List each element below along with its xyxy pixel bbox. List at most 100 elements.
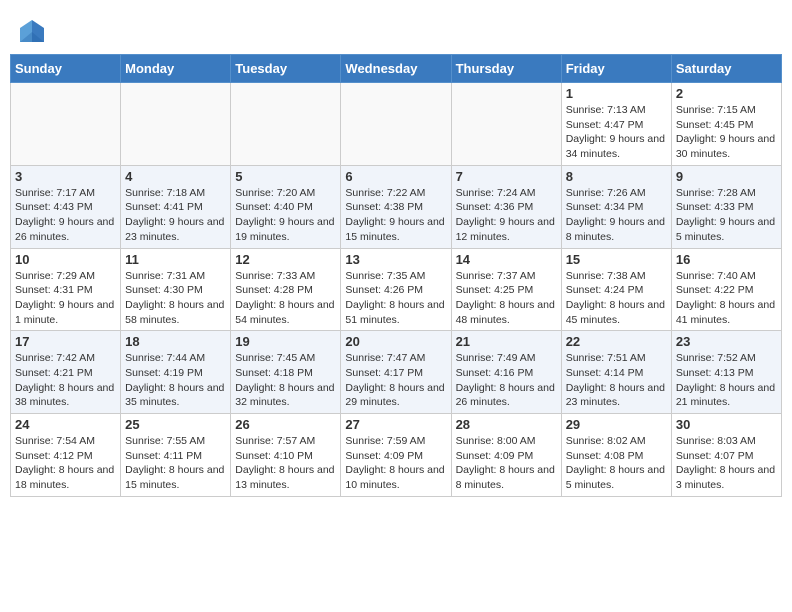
day-info: Sunrise: 7:55 AM Sunset: 4:11 PM Dayligh… xyxy=(125,434,226,493)
calendar-day-cell: 12Sunrise: 7:33 AM Sunset: 4:28 PM Dayli… xyxy=(231,248,341,331)
day-info: Sunrise: 7:44 AM Sunset: 4:19 PM Dayligh… xyxy=(125,351,226,410)
calendar-day-cell: 26 Sunrise: 7:57 AM Sunset: 4:10 PM Dayli… xyxy=(231,414,341,497)
calendar-day-cell xyxy=(121,83,231,166)
day-number: 16 xyxy=(676,252,777,267)
day-info: Sunrise: 7:54 AM Sunset: 4:12 PM Dayligh… xyxy=(15,434,116,493)
calendar-day-cell: 22 Sunrise: 7:51 AM Sunset: 4:14 PM Dayli… xyxy=(561,331,671,414)
day-number: 26 xyxy=(235,417,336,432)
calendar-day-header: Saturday xyxy=(671,55,781,83)
day-number: 30 xyxy=(676,417,777,432)
day-number: 11 xyxy=(125,252,226,267)
day-info: Sunrise: 7:24 AM Sunset: 4:36 PM Dayligh… xyxy=(456,186,557,245)
calendar-day-header: Tuesday xyxy=(231,55,341,83)
day-number: 5 xyxy=(235,169,336,184)
day-number: 17 xyxy=(15,334,116,349)
calendar-day-cell xyxy=(451,83,561,166)
calendar-day-cell: 7 Sunrise: 7:24 AM Sunset: 4:36 PM Daylig… xyxy=(451,165,561,248)
calendar-week-row: 10 Sunrise: 7:29 AM Sunset: 4:31 PM Dayli… xyxy=(11,248,782,331)
calendar-day-cell: 20 Sunrise: 7:47 AM Sunset: 4:17 PM Dayli… xyxy=(341,331,451,414)
day-info: Sunrise: 7:26 AM Sunset: 4:34 PM Dayligh… xyxy=(566,186,667,245)
day-number: 6 xyxy=(345,169,446,184)
day-number: 14 xyxy=(456,252,557,267)
calendar-day-cell xyxy=(341,83,451,166)
day-info: Sunrise: 7:35 AM Sunset: 4:26 PM Dayligh… xyxy=(345,269,446,328)
day-number: 15 xyxy=(566,252,667,267)
day-info: Sunrise: 7:29 AM Sunset: 4:31 PM Dayligh… xyxy=(15,269,116,328)
day-number: 20 xyxy=(345,334,446,349)
day-info: Sunrise: 7:17 AM Sunset: 4:43 PM Dayligh… xyxy=(15,186,116,245)
calendar-day-cell: 14 Sunrise: 7:37 AM Sunset: 4:25 PM Dayli… xyxy=(451,248,561,331)
calendar-day-cell xyxy=(11,83,121,166)
logo xyxy=(18,18,50,46)
day-number: 3 xyxy=(15,169,116,184)
day-info: Sunrise: 7:59 AM Sunset: 4:09 PM Dayligh… xyxy=(345,434,446,493)
day-info: Sunrise: 7:52 AM Sunset: 4:13 PM Dayligh… xyxy=(676,351,777,410)
day-info: Sunrise: 7:38 AM Sunset: 4:24 PM Dayligh… xyxy=(566,269,667,328)
calendar-day-header: Wednesday xyxy=(341,55,451,83)
day-info: Sunrise: 7:22 AM Sunset: 4:38 PM Dayligh… xyxy=(345,186,446,245)
day-info: Sunrise: 7:20 AM Sunset: 4:40 PM Dayligh… xyxy=(235,186,336,245)
day-info: Sunrise: 7:40 AM Sunset: 4:22 PM Dayligh… xyxy=(676,269,777,328)
day-info: Sunrise: 7:51 AM Sunset: 4:14 PM Dayligh… xyxy=(566,351,667,410)
calendar-day-header: Thursday xyxy=(451,55,561,83)
day-number: 9 xyxy=(676,169,777,184)
day-number: 18 xyxy=(125,334,226,349)
calendar-day-cell: 6 Sunrise: 7:22 AM Sunset: 4:38 PM Daylig… xyxy=(341,165,451,248)
calendar-day-cell: 21 Sunrise: 7:49 AM Sunset: 4:16 PM Dayli… xyxy=(451,331,561,414)
day-info: Sunrise: 7:42 AM Sunset: 4:21 PM Dayligh… xyxy=(15,351,116,410)
day-info: Sunrise: 8:02 AM Sunset: 4:08 PM Dayligh… xyxy=(566,434,667,493)
calendar-day-cell: 4Sunrise: 7:18 AM Sunset: 4:41 PM Daylig… xyxy=(121,165,231,248)
calendar-day-cell: 8 Sunrise: 7:26 AM Sunset: 4:34 PM Daylig… xyxy=(561,165,671,248)
calendar-day-cell: 2 Sunrise: 7:15 AM Sunset: 4:45 PM Daylig… xyxy=(671,83,781,166)
day-number: 29 xyxy=(566,417,667,432)
day-number: 13 xyxy=(345,252,446,267)
day-number: 7 xyxy=(456,169,557,184)
calendar-week-row: 17 Sunrise: 7:42 AM Sunset: 4:21 PM Dayli… xyxy=(11,331,782,414)
calendar-day-cell: 30 Sunrise: 8:03 AM Sunset: 4:07 PM Dayli… xyxy=(671,414,781,497)
day-number: 27 xyxy=(345,417,446,432)
day-info: Sunrise: 7:18 AM Sunset: 4:41 PM Dayligh… xyxy=(125,186,226,245)
day-number: 23 xyxy=(676,334,777,349)
calendar-day-cell: 27 Sunrise: 7:59 AM Sunset: 4:09 PM Dayli… xyxy=(341,414,451,497)
day-info: Sunrise: 8:03 AM Sunset: 4:07 PM Dayligh… xyxy=(676,434,777,493)
page-header xyxy=(0,0,792,54)
day-info: Sunrise: 7:45 AM Sunset: 4:18 PM Dayligh… xyxy=(235,351,336,410)
calendar-day-cell: 18 Sunrise: 7:44 AM Sunset: 4:19 PM Dayli… xyxy=(121,331,231,414)
day-number: 10 xyxy=(15,252,116,267)
calendar-day-cell: 19 Sunrise: 7:45 AM Sunset: 4:18 PM Dayli… xyxy=(231,331,341,414)
day-number: 21 xyxy=(456,334,557,349)
calendar-week-row: 1 Sunrise: 7:13 AM Sunset: 4:47 PM Daylig… xyxy=(11,83,782,166)
calendar-day-cell: 11 Sunrise: 7:31 AM Sunset: 4:30 PM Dayli… xyxy=(121,248,231,331)
day-number: 12 xyxy=(235,252,336,267)
calendar-week-row: 24Sunrise: 7:54 AM Sunset: 4:12 PM Dayli… xyxy=(11,414,782,497)
day-info: Sunrise: 7:49 AM Sunset: 4:16 PM Dayligh… xyxy=(456,351,557,410)
day-number: 19 xyxy=(235,334,336,349)
calendar-day-cell: 1 Sunrise: 7:13 AM Sunset: 4:47 PM Daylig… xyxy=(561,83,671,166)
day-info: Sunrise: 7:15 AM Sunset: 4:45 PM Dayligh… xyxy=(676,103,777,162)
day-number: 28 xyxy=(456,417,557,432)
calendar-day-cell: 13 Sunrise: 7:35 AM Sunset: 4:26 PM Dayli… xyxy=(341,248,451,331)
calendar-day-cell xyxy=(231,83,341,166)
day-number: 1 xyxy=(566,86,667,101)
day-info: Sunrise: 7:57 AM Sunset: 4:10 PM Dayligh… xyxy=(235,434,336,493)
day-info: Sunrise: 7:31 AM Sunset: 4:30 PM Dayligh… xyxy=(125,269,226,328)
day-number: 22 xyxy=(566,334,667,349)
logo-icon xyxy=(18,18,46,46)
calendar-day-cell: 25 Sunrise: 7:55 AM Sunset: 4:11 PM Dayli… xyxy=(121,414,231,497)
calendar-day-cell: 28Sunrise: 8:00 AM Sunset: 4:09 PM Dayli… xyxy=(451,414,561,497)
day-info: Sunrise: 7:47 AM Sunset: 4:17 PM Dayligh… xyxy=(345,351,446,410)
day-number: 8 xyxy=(566,169,667,184)
calendar-table: SundayMondayTuesdayWednesdayThursdayFrid… xyxy=(10,54,782,497)
calendar-day-cell: 15 Sunrise: 7:38 AM Sunset: 4:24 PM Dayli… xyxy=(561,248,671,331)
calendar-day-header: Monday xyxy=(121,55,231,83)
day-number: 2 xyxy=(676,86,777,101)
day-info: Sunrise: 7:37 AM Sunset: 4:25 PM Dayligh… xyxy=(456,269,557,328)
calendar-day-cell: 17 Sunrise: 7:42 AM Sunset: 4:21 PM Dayli… xyxy=(11,331,121,414)
calendar-container: SundayMondayTuesdayWednesdayThursdayFrid… xyxy=(0,54,792,507)
calendar-day-cell: 24Sunrise: 7:54 AM Sunset: 4:12 PM Dayli… xyxy=(11,414,121,497)
calendar-day-cell: 29 Sunrise: 8:02 AM Sunset: 4:08 PM Dayli… xyxy=(561,414,671,497)
day-number: 25 xyxy=(125,417,226,432)
day-info: Sunrise: 7:13 AM Sunset: 4:47 PM Dayligh… xyxy=(566,103,667,162)
calendar-week-row: 3 Sunrise: 7:17 AM Sunset: 4:43 PM Daylig… xyxy=(11,165,782,248)
calendar-day-cell: 3 Sunrise: 7:17 AM Sunset: 4:43 PM Daylig… xyxy=(11,165,121,248)
